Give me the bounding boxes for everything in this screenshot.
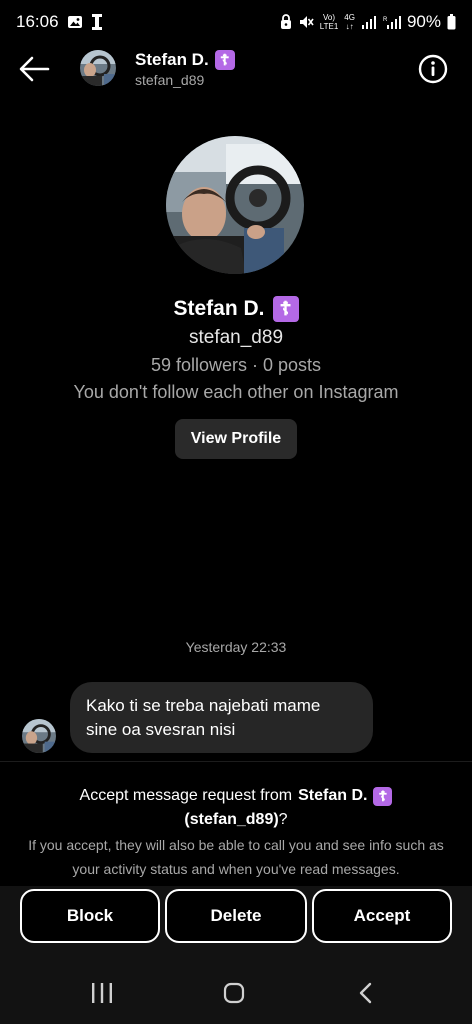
profile-picture[interactable] [166,136,304,274]
block-button[interactable]: Block [20,889,160,943]
mute-icon [299,16,314,28]
request-title: Accept message request from Stefan D. ☦ … [0,784,472,832]
chat-header: Stefan D. ☦ stefan_d89 [0,44,472,94]
svg-text:R: R [383,17,388,23]
message-line: sine oa svesran nisi [86,720,236,739]
message-bubble[interactable]: Kako ti se treba najebati mame sine oa s… [70,682,373,753]
recent-apps-icon[interactable] [90,982,114,1004]
profile-handle: stefan_d89 [188,327,284,348]
avatar-image [22,719,56,753]
request-actions: Block Delete Accept [0,886,472,954]
lock-screen-icon [280,14,291,29]
header-handle: stefan_d89 [135,72,205,88]
status-right: Vo) LTE1 4G ↓↑ R 90% [280,12,456,32]
system-nav-bar [0,954,472,1024]
volte-indicator: Vo) LTE1 [319,13,339,31]
status-time: 16:06 [16,12,59,31]
signal-strength-icon [361,16,376,29]
request-description: If you accept, they will also be able to… [28,837,444,877]
orthodox-cross-icon: ☦ [373,786,393,806]
header-avatar[interactable] [80,50,116,86]
status-bar: 16:06 Vo) LTE1 4G ↓↑ R 90% [0,0,472,44]
text-cursor-icon [91,14,102,30]
battery-percent: 90% [406,12,441,31]
back-arrow-icon[interactable] [18,54,52,84]
profile-name: Stefan D. ☦ [0,296,472,322]
orthodox-cross-icon: ☦ [272,296,299,322]
delete-button[interactable]: Delete [165,889,307,943]
follow-status: You don't follow each other on Instagram [73,382,399,402]
profile-stats: 59 followers · 0 posts [150,355,322,375]
message-request-panel: Accept message request from Stefan D. ☦ … [0,761,472,891]
avatar-image [80,50,116,86]
header-name[interactable]: Stefan D. ☦ [135,50,235,70]
info-icon[interactable] [418,54,448,84]
message-line: Kako ti se treba najebati mame [86,696,321,715]
nav-back-icon[interactable] [356,982,376,1004]
status-left: 16:06 [16,12,103,32]
message-timestamp: Yesterday 22:33 [185,639,287,655]
view-profile-button[interactable]: View Profile [175,419,297,459]
signal-strength-2-icon: R [383,16,401,29]
battery-icon [447,14,456,30]
gallery-notification-icon [67,16,82,28]
accept-button[interactable]: Accept [312,889,452,943]
sender-avatar[interactable] [22,719,56,753]
network-type-indicator: 4G ↓↑ [344,13,355,31]
home-icon[interactable] [223,982,245,1004]
profile-photo [166,136,304,274]
orthodox-cross-icon: ☦ [214,50,235,70]
